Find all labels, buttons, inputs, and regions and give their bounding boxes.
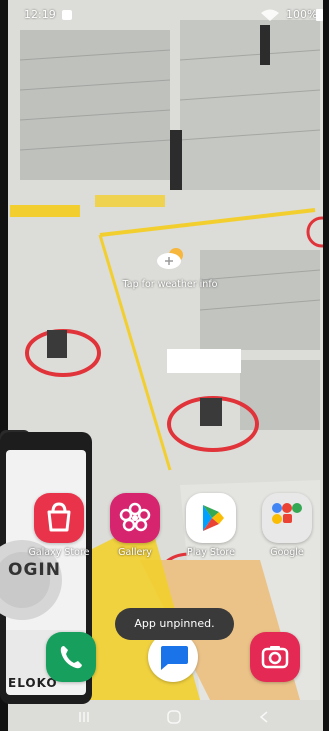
back-icon[interactable]: [256, 709, 272, 725]
image-icon: [62, 10, 72, 20]
weather-widget[interactable]: Tap for weather info: [110, 246, 230, 296]
recents-icon[interactable]: [76, 709, 92, 725]
wifi-signal-icon: [261, 9, 279, 21]
shopping-bag-icon: [34, 493, 84, 543]
home-icon[interactable]: [166, 709, 182, 725]
dock-camera[interactable]: [244, 632, 306, 682]
dock-phone[interactable]: [40, 632, 102, 682]
google-folder-icon: [262, 493, 312, 543]
app-gallery[interactable]: Gallery: [104, 493, 166, 558]
app-label: Google: [270, 547, 304, 558]
toast-message: App unpinned.: [115, 608, 234, 640]
phone-login-text: OGIN: [8, 560, 61, 580]
phone-icon: [46, 632, 96, 682]
play-triangle-icon: [186, 493, 236, 543]
app-galaxy-store[interactable]: Galaxy Store: [28, 493, 90, 558]
screen-bezel-right: [323, 0, 329, 731]
app-label: Galaxy Store: [28, 547, 90, 558]
redacted-box: [167, 349, 241, 373]
app-label: Gallery: [118, 547, 152, 558]
weather-plus-icon: [157, 248, 183, 269]
camera-icon: [250, 632, 300, 682]
app-google-folder[interactable]: Google: [256, 493, 318, 558]
navigation-bar: [8, 703, 323, 731]
app-label: Play Store: [187, 547, 235, 558]
home-screen: 12:19 100% Tap for weather info OGIN ELO…: [0, 0, 329, 731]
status-bar: 12:19 100%: [8, 0, 323, 30]
battery-full-icon: [316, 9, 323, 21]
battery-percent: 100%: [286, 8, 318, 21]
app-play-store[interactable]: Play Store: [180, 493, 242, 558]
flower-icon: [110, 493, 160, 543]
status-time: 12:19: [24, 8, 56, 21]
weather-label: Tap for weather info: [122, 279, 218, 290]
